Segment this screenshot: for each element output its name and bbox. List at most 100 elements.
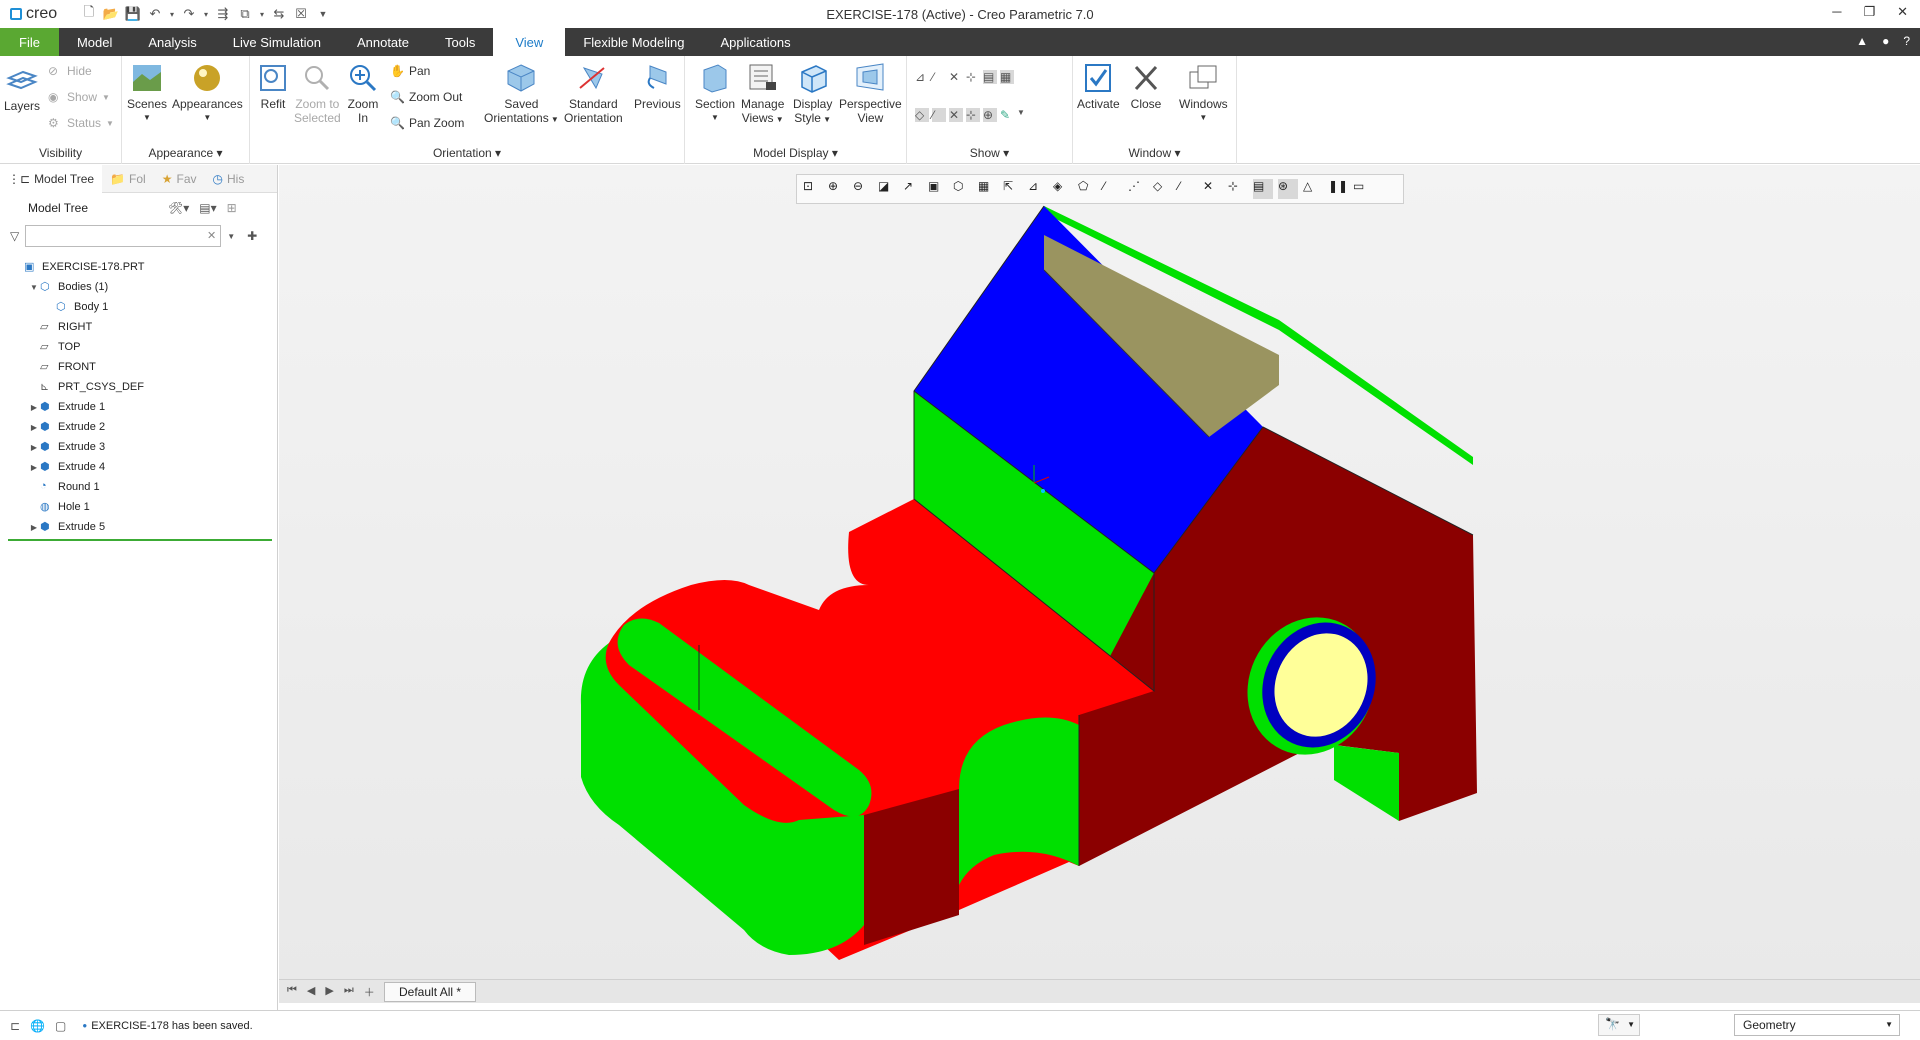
layers-button[interactable]: Layers: [4, 64, 40, 113]
window-tab-default-all[interactable]: Default All *: [384, 981, 477, 1002]
restore-icon[interactable]: ❐: [1863, 4, 1875, 20]
pan-button[interactable]: ✋ Pan: [390, 64, 430, 78]
datum-plane-icon[interactable]: ⁄: [1103, 179, 1123, 199]
group-label-show[interactable]: Show ▾: [907, 146, 1072, 160]
underside-tab-face[interactable]: [1334, 745, 1399, 821]
plane-tag-icon[interactable]: ◇: [915, 108, 929, 122]
tree-item[interactable]: ▶ ⬢ Extrude 5: [0, 517, 277, 537]
zoom-in-icon[interactable]: ⊕: [828, 179, 848, 199]
plane-display-icon[interactable]: ⊿: [915, 70, 929, 84]
display-style-icon[interactable]: ▣: [928, 179, 948, 199]
tab-model-tree[interactable]: ⋮⊏ Model Tree: [0, 164, 103, 193]
windows-icon[interactable]: ⧉: [236, 6, 254, 22]
tree-item[interactable]: ▶ ⬢ Extrude 4: [0, 457, 277, 477]
close-icon[interactable]: ✕: [1897, 4, 1908, 20]
tag-display-icon[interactable]: ▦: [1000, 70, 1014, 84]
tree-item[interactable]: ◔ Round 1: [0, 477, 277, 497]
model-3d-view[interactable]: [279, 165, 1920, 979]
browser-icon[interactable]: 🌐: [30, 1019, 45, 1033]
full-screen-icon[interactable]: ▢: [55, 1019, 66, 1033]
customize-qat-icon[interactable]: ▼: [314, 9, 332, 19]
section-button[interactable]: Section ▼: [695, 62, 735, 125]
group-label-model-display[interactable]: Model Display ▾: [685, 146, 906, 160]
redo-dropdown-icon[interactable]: ▾: [202, 10, 210, 19]
graphics-viewport[interactable]: [279, 165, 1920, 979]
user-icon[interactable]: ●: [1882, 34, 1889, 48]
show-more-dropdown-icon[interactable]: ▼: [1017, 108, 1025, 122]
clear-search-icon[interactable]: ✕: [207, 229, 216, 242]
search-dropdown-icon[interactable]: ▼: [227, 232, 235, 241]
zoom-out-icon[interactable]: ⊖: [853, 179, 873, 199]
spin-center-icon[interactable]: ⊛: [1278, 179, 1298, 199]
tree-item[interactable]: ▼ ⬡ Bodies (1): [0, 277, 277, 297]
zoom-in-button[interactable]: Zoom In: [346, 62, 380, 125]
tree-columns-icon[interactable]: ▤▾: [199, 201, 216, 215]
csys-tag-icon[interactable]: ⊹: [966, 108, 980, 122]
sketch-display-icon[interactable]: ✎: [1000, 108, 1014, 122]
minimize-ribbon-icon[interactable]: ▲: [1856, 34, 1868, 48]
tab-model[interactable]: Model: [59, 28, 130, 56]
minimize-icon[interactable]: ─: [1832, 4, 1841, 20]
undo-dropdown-icon[interactable]: ▾: [168, 10, 176, 19]
expand-toggle-icon[interactable]: ▶: [28, 443, 40, 452]
tab-live-simulation[interactable]: Live Simulation: [215, 28, 339, 56]
refit-icon[interactable]: ⊡: [803, 179, 823, 199]
new-file-icon[interactable]: 🗋: [80, 3, 98, 25]
appearances-button[interactable]: Appearances ▼: [172, 62, 243, 125]
saved-orientations-icon[interactable]: ⬡: [953, 179, 973, 199]
tree-item[interactable]: ▶ ⬢ Extrude 1: [0, 397, 277, 417]
activate-button[interactable]: Activate: [1077, 62, 1120, 111]
close-window-icon[interactable]: ☒: [292, 6, 310, 22]
spin-center-icon[interactable]: ⊕: [983, 108, 997, 122]
tree-item[interactable]: ⬡ Body 1: [0, 297, 277, 317]
perspective-view-button[interactable]: Perspective View: [839, 62, 902, 125]
scenes-button[interactable]: Scenes ▼: [127, 62, 167, 125]
pause-icon[interactable]: ❚❚: [1328, 179, 1348, 199]
open-file-icon[interactable]: 📂: [102, 6, 120, 22]
group-label-appearance[interactable]: Appearance ▾: [122, 146, 249, 160]
previous-window-icon[interactable]: ◀: [307, 984, 315, 1000]
show-button[interactable]: ◉ Show ▼: [48, 90, 110, 104]
tab-history[interactable]: ◷ His: [205, 165, 253, 193]
first-window-icon[interactable]: ⏮: [287, 984, 297, 1000]
group-label-orientation[interactable]: Orientation ▾: [250, 146, 684, 160]
datum-plane-tag-icon[interactable]: ◇: [1153, 179, 1173, 199]
group-label-window[interactable]: Window ▾: [1073, 146, 1236, 160]
tree-item[interactable]: ▱ FRONT: [0, 357, 277, 377]
perspective-icon[interactable]: ⇱: [1003, 179, 1023, 199]
expand-toggle-icon[interactable]: ▼: [28, 283, 40, 292]
windows-button[interactable]: Windows ▼: [1179, 62, 1228, 125]
toggle-navigator-icon[interactable]: ⊏: [10, 1019, 20, 1033]
previous-orientation-button[interactable]: Previous: [634, 62, 681, 111]
clip-icon[interactable]: ⬠: [1078, 179, 1098, 199]
add-window-icon[interactable]: ＋: [364, 984, 375, 1000]
tree-item[interactable]: ▶ ⬢ Extrude 3: [0, 437, 277, 457]
section-icon[interactable]: ◈: [1053, 179, 1073, 199]
save-icon[interactable]: 💾: [124, 6, 142, 22]
add-filter-icon[interactable]: ✚: [247, 229, 257, 243]
redo-icon[interactable]: ↷: [180, 6, 198, 22]
darkred-front-face[interactable]: [864, 789, 959, 945]
csys-icon[interactable]: ⊹: [1228, 179, 1248, 199]
last-window-icon[interactable]: ⏭: [344, 984, 354, 1000]
datum-axis-tag-icon[interactable]: ⁄: [1178, 179, 1198, 199]
axis-display-icon[interactable]: ⁄: [932, 70, 946, 84]
reorient-icon[interactable]: ↗: [903, 179, 923, 199]
tab-applications[interactable]: Applications: [702, 28, 808, 56]
zoom-to-selected-button[interactable]: Zoom to Selected: [294, 62, 341, 125]
status-button[interactable]: ⚙ Status ▼: [48, 116, 114, 130]
find-dropdown-icon[interactable]: ▼: [1627, 1020, 1635, 1029]
tab-flexible-modeling[interactable]: Flexible Modeling: [565, 28, 702, 56]
switch-window-icon[interactable]: ⇆: [270, 6, 288, 22]
csys-display-icon[interactable]: ⊹: [966, 70, 980, 84]
tab-annotate[interactable]: Annotate: [339, 28, 427, 56]
tree-item[interactable]: ▶ ⬢ Extrude 2: [0, 417, 277, 437]
standard-orientation-button[interactable]: Standard Orientation: [564, 62, 623, 125]
tree-filter-icon[interactable]: ⊞: [227, 201, 237, 215]
point-display-icon[interactable]: ✕: [949, 70, 963, 84]
tree-item[interactable]: ▱ TOP: [0, 337, 277, 357]
find-button[interactable]: 🔭 ▼: [1598, 1014, 1640, 1036]
expand-toggle-icon[interactable]: ▶: [28, 403, 40, 412]
expand-toggle-icon[interactable]: ▶: [28, 463, 40, 472]
green-rounded-front-face[interactable]: [744, 805, 864, 955]
